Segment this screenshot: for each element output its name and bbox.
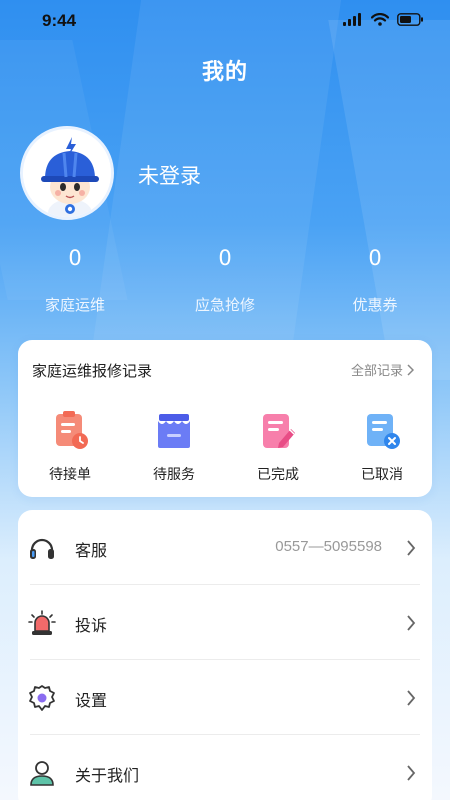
customer-service-phone: 0557—5095598: [275, 538, 382, 555]
stat-label: 应急抢修: [194, 296, 255, 314]
stat-emergency-repair[interactable]: 0 应急抢修: [150, 244, 300, 315]
wifi-icon: [371, 13, 389, 26]
menu-item-customer-service[interactable]: 客服 0557—5095598: [18, 510, 432, 585]
menu-list: 客服 0557—5095598 投诉 设置 关于我们: [18, 510, 432, 800]
menu-item-label: 投诉: [75, 616, 108, 635]
page-title: 我的: [201, 60, 248, 85]
avatar[interactable]: [20, 126, 114, 220]
menu-item-label: 关于我们: [75, 766, 140, 785]
status-time: 9:44: [42, 11, 77, 30]
stat-coupons[interactable]: 0 优惠券: [300, 244, 450, 315]
stat-label: 家庭运维: [44, 296, 105, 314]
record-item-label: 已取消: [361, 467, 403, 483]
chevron-right-icon: [407, 615, 416, 631]
record-cancelled[interactable]: 已取消: [330, 410, 434, 484]
menu-item-settings[interactable]: 设置: [18, 660, 432, 735]
chevron-right-icon: [407, 540, 416, 556]
stat-label: 优惠券: [352, 296, 398, 314]
all-records-label: 全部记录: [350, 364, 403, 379]
clipboard-clock-icon: [56, 411, 88, 449]
stat-value: 0: [368, 246, 382, 270]
records-title: 家庭运维报修记录: [32, 362, 153, 380]
all-records-link[interactable]: 全部记录: [351, 360, 414, 379]
cancelled-document-icon: [367, 414, 400, 449]
status-bar: 9:44: [0, 0, 450, 44]
chevron-right-icon: [407, 690, 416, 706]
record-pending-accept[interactable]: 待接单: [18, 410, 122, 484]
username[interactable]: 未登录: [138, 160, 201, 190]
chevron-right-icon: [407, 363, 414, 376]
battery-icon: [397, 13, 423, 26]
repair-records-card: 家庭运维报修记录 全部记录 待接单 待服务 已完成 已取消: [18, 340, 432, 497]
user-icon: [30, 761, 54, 786]
menu-item-label: 客服: [75, 541, 108, 560]
gear-icon: [29, 685, 55, 711]
stat-value: 0: [68, 246, 82, 270]
stat-value: 0: [218, 246, 232, 270]
headset-icon: [30, 538, 54, 559]
chevron-right-icon: [407, 765, 416, 781]
menu-item-complaint[interactable]: 投诉: [18, 585, 432, 660]
alarm-siren-icon: [28, 610, 56, 635]
record-pending-service[interactable]: 待服务: [122, 410, 226, 484]
signal-icon: [343, 13, 361, 26]
store-icon: [158, 414, 190, 448]
stats-row: 0 家庭运维 0 应急抢修 0 优惠券: [0, 244, 450, 324]
edit-document-icon: [263, 414, 295, 448]
record-item-label: 已完成: [257, 467, 299, 483]
record-completed[interactable]: 已完成: [226, 410, 330, 484]
menu-item-label: 设置: [75, 691, 108, 710]
menu-item-about-us[interactable]: 关于我们: [18, 735, 432, 800]
record-item-label: 待服务: [153, 467, 195, 483]
record-item-label: 待接单: [49, 467, 91, 483]
stat-home-maintenance[interactable]: 0 家庭运维: [0, 244, 150, 315]
